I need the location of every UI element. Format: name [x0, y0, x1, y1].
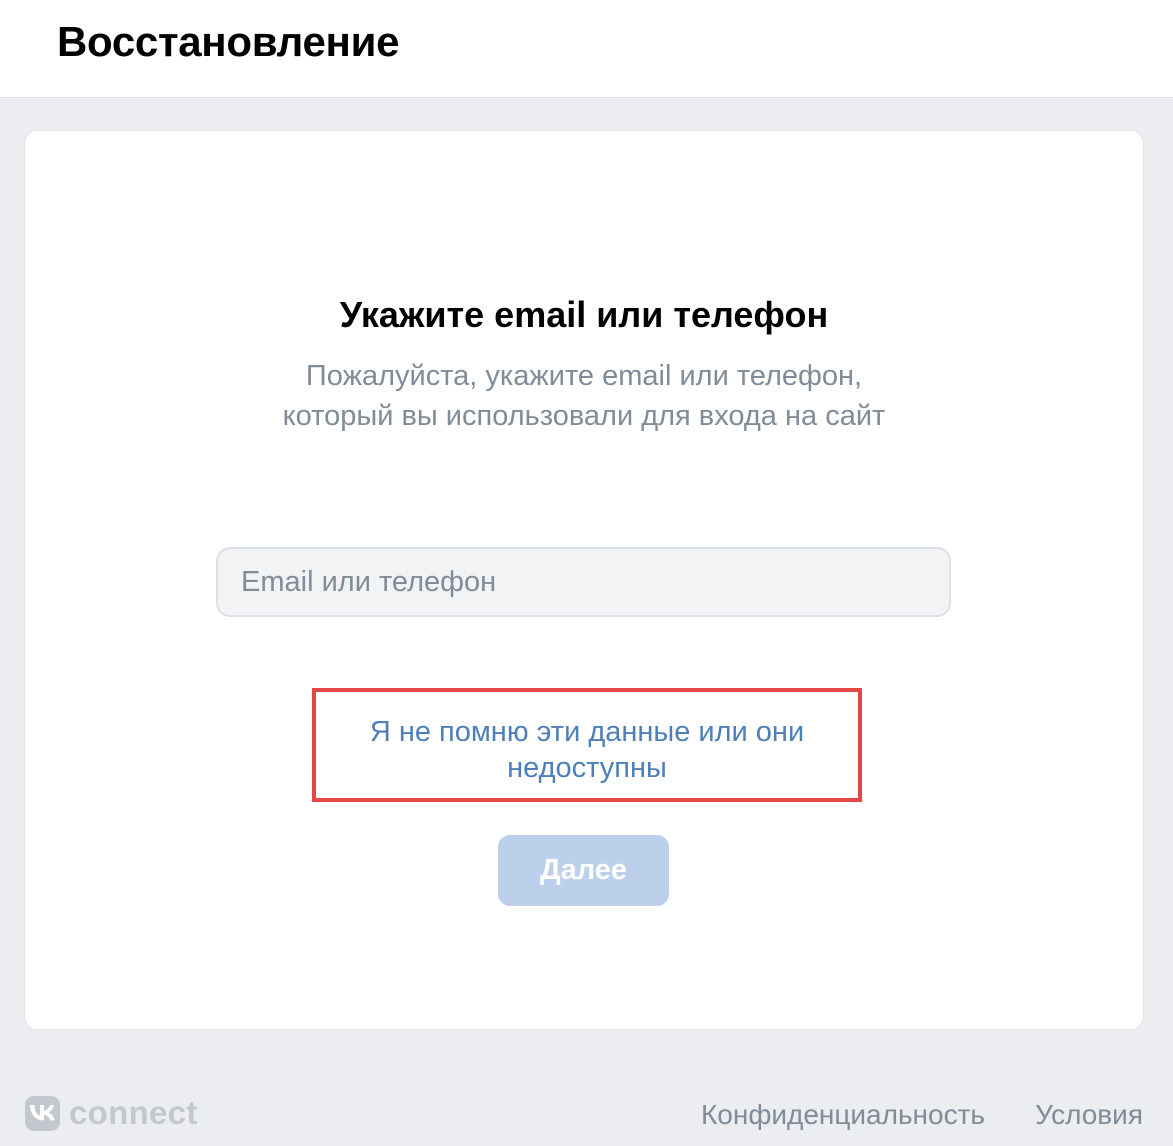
connect-label: connect: [69, 1094, 198, 1131]
page-header: Восстановление: [0, 0, 1173, 98]
email-or-phone-input[interactable]: [216, 547, 951, 617]
page-title: Восстановление: [57, 18, 400, 65]
privacy-link[interactable]: Конфиденциальность: [701, 1097, 985, 1133]
terms-link[interactable]: Условия: [1035, 1097, 1143, 1133]
highlight-box: Я не помню эти данные или они недоступны: [312, 688, 862, 802]
form-subtitle: Пожалуйста, укажите email или телефон, к…: [282, 360, 886, 432]
vk-logo-icon: [25, 1095, 60, 1131]
recovery-card: Укажите email или телефон Пожалуйста, ук…: [25, 131, 1143, 1029]
forgot-credentials-link[interactable]: Я не помню эти данные или они недоступны: [316, 714, 858, 786]
next-button[interactable]: Далее: [498, 835, 669, 906]
form-title: Укажите email или телефон: [339, 294, 829, 335]
vk-connect-logo: connect: [25, 1094, 198, 1132]
